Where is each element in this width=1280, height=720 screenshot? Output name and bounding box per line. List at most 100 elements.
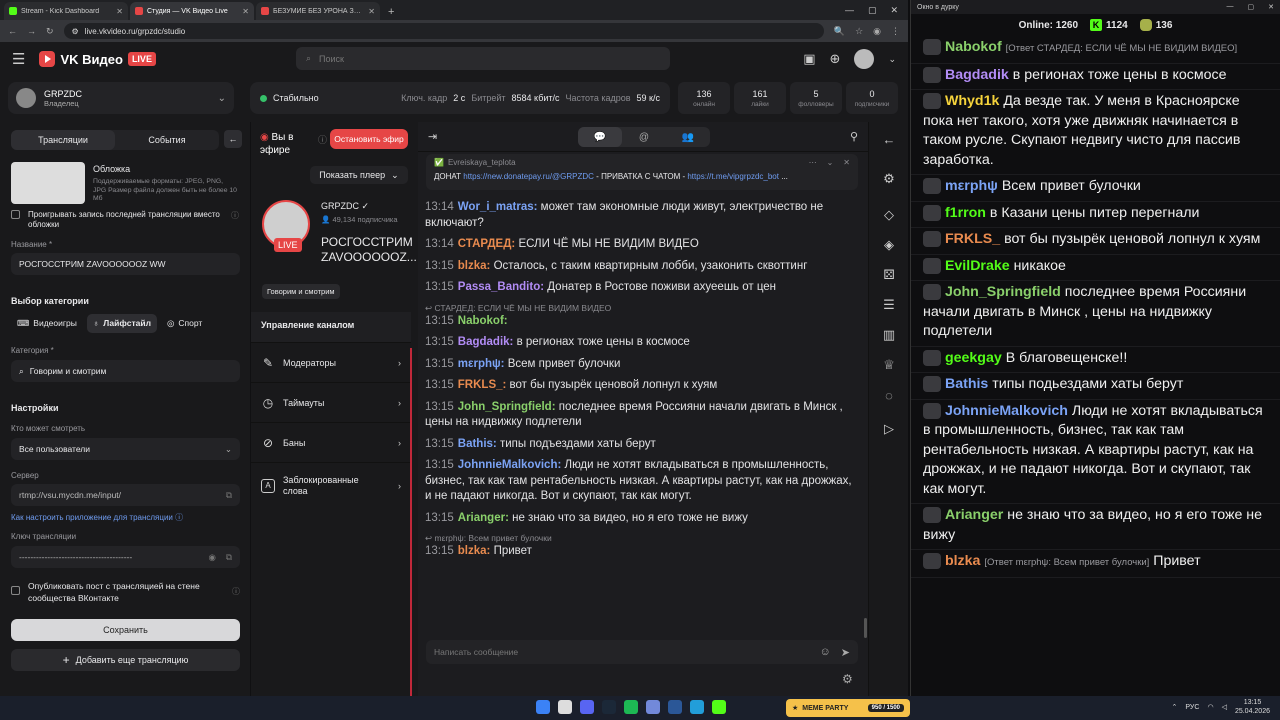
menu-dots-icon[interactable]: ⋮ (891, 26, 900, 37)
stream-key-field[interactable]: ----------------------------------------… (11, 546, 240, 568)
popout-message[interactable]: Bathis типы подьездами хаты берут (911, 373, 1280, 400)
new-tab-button[interactable]: + (382, 6, 400, 20)
arrow-left-icon[interactable]: ← (880, 130, 898, 148)
close-icon[interactable]: ✕ (116, 7, 123, 16)
tab-events[interactable]: События (115, 130, 219, 150)
chat-tab-icon[interactable]: 💬 (578, 127, 622, 147)
chevron-down-icon[interactable]: ⌄ (827, 158, 834, 167)
popout-username[interactable]: FRKLS_ (945, 231, 1000, 247)
popout-message[interactable]: Nabokof [Ответ СТАРДЕД: ЕСЛИ ЧЁ МЫ НЕ ВИ… (911, 36, 1280, 64)
close-icon[interactable]: ✕ (843, 158, 850, 167)
chat-scrollbar[interactable] (864, 618, 867, 638)
cat-sport-tab[interactable]: ◎ Спорт (161, 314, 208, 333)
chat-message[interactable]: 13:15 Bathis: типы подъездами хаты берут (418, 437, 862, 459)
message-username[interactable]: JohnnieMalkovich: (458, 459, 562, 471)
browser-tab-kick[interactable]: Stream - Kick Dashboard ✕ (4, 2, 128, 20)
settings-gear-icon[interactable]: ⚙ (880, 170, 898, 188)
emoji-icon[interactable]: ☺ (820, 646, 831, 659)
popout-username[interactable]: Whyd1k (945, 93, 999, 109)
mention-tab-icon[interactable]: @ (622, 127, 666, 147)
pinned-link[interactable]: https://t.me/vipgrpzdc_bot (687, 172, 779, 181)
volume-icon[interactable]: ◁ (1222, 703, 1227, 711)
maximize-icon[interactable]: ▢ (868, 5, 877, 16)
popout-username[interactable]: Nabokof (945, 39, 1002, 55)
chrome-icon[interactable] (558, 700, 572, 714)
discord-icon[interactable] (580, 700, 594, 714)
info-icon[interactable]: ⓘ (231, 210, 239, 230)
popout-username[interactable]: f1rron (945, 205, 986, 221)
popout-username[interactable]: Bathis (945, 376, 988, 392)
copy-icon[interactable]: ⧉ (226, 490, 232, 501)
chat-message[interactable]: 13:15 blzka: Привет (418, 544, 862, 566)
vk-logo[interactable]: VK Видео LIVE (39, 51, 156, 67)
windows-start-icon[interactable] (536, 700, 550, 714)
obs-icon[interactable] (668, 700, 682, 714)
send-icon[interactable]: ➤ (841, 646, 850, 659)
category-tag[interactable]: Говорим и смотрим (262, 284, 340, 299)
chat-bubble-icon[interactable]: ◌ (880, 386, 898, 404)
chat-message[interactable]: 13:15 John_Springfield: последнее время Р… (418, 400, 862, 437)
popout-message[interactable]: FRKLS_ вот бы пузырёк ценовой лопнул к х… (911, 228, 1280, 255)
who-can-watch-select[interactable]: Все пользователи ⌄ (11, 438, 240, 460)
notifications-icon[interactable]: ▣ (803, 51, 815, 67)
menu-timeouts[interactable]: ◷ Таймауты › (251, 382, 411, 422)
info-icon[interactable]: ⓘ (232, 586, 240, 604)
message-username[interactable]: mεrphψ: (458, 358, 505, 370)
chat-message[interactable]: 13:15 mεrphψ: Всем привет булочки (418, 357, 862, 379)
save-button[interactable]: Сохранить (11, 619, 240, 641)
popout-username[interactable]: Bagdadik (945, 67, 1009, 83)
cat-lifestyle-tab[interactable]: ♁ Лайфстайл (86, 314, 157, 333)
users-tab-icon[interactable]: 👥 (666, 127, 710, 147)
maximize-icon[interactable]: ▢ (1248, 3, 1255, 11)
trophy-icon[interactable]: ♕ (880, 356, 898, 374)
clock[interactable]: 13:15 25.04.2026 (1235, 698, 1270, 716)
chat-message[interactable]: 13:15 Bagdadik: в регионах тоже цены в ко… (418, 335, 862, 357)
expand-arrow-icon[interactable]: ⇥ (428, 130, 437, 143)
forward-icon[interactable]: → (27, 26, 36, 36)
chat-message[interactable]: 13:14 СТАРДЕД: ЕСЛИ ЧЁ МЫ НЕ ВИДИМ ВИДЕО (418, 237, 862, 259)
chat-message[interactable]: 13:15 JohnnieMalkovich: Люди не хотят вкл… (418, 458, 862, 511)
minimize-icon[interactable]: — (1227, 3, 1234, 11)
popout-message[interactable]: JohnnieMalkovich Люди не хотят вкладыват… (911, 399, 1280, 504)
message-username[interactable]: Nabokof: (458, 315, 508, 327)
avatar[interactable] (854, 49, 875, 69)
profile-icon[interactable]: ◉ (873, 26, 881, 37)
browser-tab-vk-studio[interactable]: Студия — VK Видео Live ✕ (130, 2, 254, 20)
dice-icon[interactable]: ⚄ (880, 266, 898, 284)
chat-message[interactable]: 13:15 Passa_Bandito: Донатер в Ростове по… (418, 280, 862, 302)
telegram-icon[interactable] (690, 700, 704, 714)
popout-message[interactable]: EvilDrake никакое (911, 254, 1280, 281)
message-username[interactable]: Bagdadik: (458, 336, 514, 348)
spotify-icon[interactable] (624, 700, 638, 714)
close-icon[interactable]: ✕ (368, 7, 375, 16)
popout-username[interactable]: JohnnieMalkovich (945, 403, 1068, 419)
popout-message[interactable]: geekgay В благовещенске!! (911, 346, 1280, 373)
chart-icon[interactable]: ▥ (880, 326, 898, 344)
popout-message[interactable]: Bagdadik в регионах тоже цены в космосе (911, 63, 1280, 90)
howto-link[interactable]: Как настроить приложение для трансляции … (11, 512, 183, 523)
pinned-link[interactable]: https://new.donatepay.ru/@GRPZDC (463, 172, 594, 181)
channel-selector[interactable]: GRPZDC Владелец ⌄ (8, 82, 234, 114)
copy-icon[interactable]: ⧉ (226, 552, 232, 563)
list-icon[interactable]: ☰ (880, 296, 898, 314)
minimize-icon[interactable]: — (845, 5, 854, 16)
message-username[interactable]: Arianger: (458, 512, 509, 524)
add-stream-button[interactable]: + Добавить еще трансляцию (11, 649, 240, 671)
close-icon[interactable]: ✕ (242, 7, 249, 16)
popout-message[interactable]: Arianger не знаю что за видео, но я его … (911, 504, 1280, 550)
message-username[interactable]: Bathis: (458, 438, 497, 450)
steam-icon[interactable] (602, 700, 616, 714)
category-input[interactable]: ⌕ Говорим и смотрим (11, 360, 240, 382)
popout-username[interactable]: John_Springfield (945, 284, 1061, 300)
popout-username[interactable]: geekgay (945, 350, 1002, 366)
popout-message[interactable]: blzka [Ответ mεrphψ: Всем привет булочки… (911, 550, 1280, 578)
chat-message[interactable]: 13:15 blzka: Осталось, с таким квартирным… (418, 259, 862, 281)
search-input[interactable]: ⌕ Поиск (296, 47, 670, 70)
cat-games-tab[interactable]: ⌨ Видеоигры (11, 314, 83, 333)
meme-party-widget[interactable]: ★ MEME PARTY 950 / 1500 (786, 699, 910, 717)
chat-message[interactable]: 13:15 Nabokof: (418, 314, 862, 336)
menu-moderators[interactable]: ✎ Модераторы › (251, 342, 411, 382)
message-username[interactable]: Passa_Bandito: (458, 281, 544, 293)
browser-tab-youtube[interactable]: БЕЗУМИЕ БЕЗ УРОНА ЗА 4 ЧАС✕ (256, 2, 380, 20)
url-input[interactable]: ⚙ live.vkvideo.ru/grpzdc/studio (63, 23, 824, 39)
